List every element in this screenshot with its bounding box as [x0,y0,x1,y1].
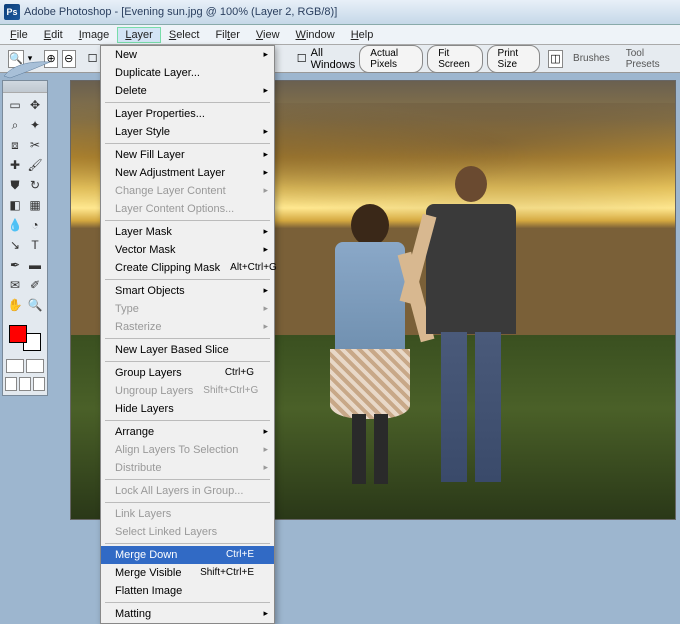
menu-item-vector-mask[interactable]: Vector Mask [101,241,274,259]
window-title: Adobe Photoshop - [Evening sun.jpg @ 100… [24,6,337,18]
shape-tool-icon[interactable]: ▬ [25,255,45,275]
gradient-tool-icon[interactable]: ▦ [25,195,45,215]
brushes-tab[interactable]: Brushes [567,51,616,66]
screen-mode-1-icon[interactable] [5,377,17,391]
eyedropper-tool-icon[interactable]: ✐ [25,275,45,295]
menu-item-change-layer-content: Change Layer Content [101,182,274,200]
menu-item-group-layers[interactable]: Group LayersCtrl+G [101,364,274,382]
hand-tool-icon[interactable]: ✋ [5,295,25,315]
menu-item-layer-content-options: Layer Content Options... [101,200,274,218]
tool-presets-tab[interactable]: Tool Presets [620,46,672,72]
menu-item-layer-style[interactable]: Layer Style [101,123,274,141]
menu-item-flatten-image[interactable]: Flatten Image [101,582,274,600]
screen-mode-2-icon[interactable] [19,377,31,391]
menu-item-new[interactable]: New [101,46,274,64]
figure-woman [325,204,415,484]
all-windows-checkbox[interactable]: ☐ [297,52,307,65]
screen-mode-3-icon[interactable] [33,377,45,391]
menu-item-type: Type [101,300,274,318]
menu-item-new-adjustment-layer[interactable]: New Adjustment Layer [101,164,274,182]
toolbox-header[interactable] [3,81,47,93]
menu-item-select-linked-layers: Select Linked Layers [101,523,274,541]
titlebar: Ps Adobe Photoshop - [Evening sun.jpg @ … [0,0,680,25]
crop-tool-icon[interactable]: ⧈ [5,135,25,155]
marquee-tool-icon[interactable]: ▭ [5,95,25,115]
standard-mode-icon[interactable] [6,359,24,373]
menu-item-merge-visible[interactable]: Merge VisibleShift+Ctrl+E [101,564,274,582]
zoom-out-icon[interactable]: ⊖ [62,50,76,68]
menu-item-hide-layers[interactable]: Hide Layers [101,400,274,418]
quickmask-mode-icon[interactable] [26,359,44,373]
screen-modes [5,357,45,375]
path-tool-icon[interactable]: ↘ [5,235,25,255]
move-tool-icon[interactable]: ✥ [25,95,45,115]
menu-item-distribute: Distribute [101,459,274,477]
fg-color-swatch[interactable] [9,325,27,343]
lasso-tool-icon[interactable]: ⌕ [5,115,25,135]
pen-tool-icon[interactable]: ✒ [5,255,25,275]
menu-item-link-layers: Link Layers [101,505,274,523]
menu-item-matting[interactable]: Matting [101,605,274,623]
menu-item-new-layer-based-slice[interactable]: New Layer Based Slice [101,341,274,359]
brush-tool-icon[interactable]: 🖌 [25,155,45,175]
menu-select[interactable]: Select [161,27,208,43]
menu-item-layer-mask[interactable]: Layer Mask [101,223,274,241]
healing-tool-icon[interactable]: ✚ [5,155,25,175]
blur-tool-icon[interactable]: 💧 [5,215,25,235]
resize-windows-checkbox[interactable]: ☐ [88,52,98,65]
layer-menu-dropdown: NewDuplicate Layer...Delete Layer Propert… [100,45,275,624]
menu-view[interactable]: View [248,27,288,43]
actual-pixels-button[interactable]: Actual Pixels [359,45,423,73]
notes-tool-icon[interactable]: ✉ [5,275,25,295]
print-size-button[interactable]: Print Size [487,45,540,73]
menu-filter[interactable]: Filter [207,27,247,43]
menu-item-rasterize: Rasterize [101,318,274,336]
menu-image[interactable]: Image [71,27,118,43]
menu-item-align-layers-to-selection: Align Layers To Selection [101,441,274,459]
zoom-tool-icon-tb[interactable]: 🔍 [25,295,45,315]
menu-item-delete[interactable]: Delete [101,82,274,100]
menu-item-lock-all-layers-in-group: Lock All Layers in Group... [101,482,274,500]
menu-item-merge-down[interactable]: Merge DownCtrl+E [101,546,274,564]
menu-help[interactable]: Help [343,27,382,43]
toolbox: ▭✥ ⌕✦ ⧈✂ ✚🖌 ⛊↻ ◧▦ 💧◔ ↘T ✒▬ ✉✐ ✋🔍 [2,80,48,396]
figure-man [421,174,521,484]
stamp-tool-icon[interactable]: ⛊ [5,175,25,195]
palette-toggle-icon[interactable]: ◫ [548,50,563,68]
dodge-tool-icon[interactable]: ◔ [25,215,45,235]
menu-item-create-clipping-mask[interactable]: Create Clipping MaskAlt+Ctrl+G [101,259,274,277]
history-brush-icon[interactable]: ↻ [25,175,45,195]
menu-item-layer-properties[interactable]: Layer Properties... [101,105,274,123]
menu-layer[interactable]: Layer [117,27,161,43]
menu-file[interactable]: File [2,27,36,43]
eraser-tool-icon[interactable]: ◧ [5,195,25,215]
menubar: File Edit Image Layer Select Filter View… [0,25,680,45]
menu-item-new-fill-layer[interactable]: New Fill Layer [101,146,274,164]
slice-tool-icon[interactable]: ✂ [25,135,45,155]
fit-screen-button[interactable]: Fit Screen [427,45,482,73]
menu-item-ungroup-layers: Ungroup LayersShift+Ctrl+G [101,382,274,400]
app-icon: Ps [4,4,20,20]
menu-item-smart-objects[interactable]: Smart Objects [101,282,274,300]
wand-tool-icon[interactable]: ✦ [25,115,45,135]
screen-modes-2 [5,375,45,393]
menu-item-duplicate-layer[interactable]: Duplicate Layer... [101,64,274,82]
menu-edit[interactable]: Edit [36,27,71,43]
feather-icon [2,58,52,80]
type-tool-icon[interactable]: T [25,235,45,255]
menu-item-arrange[interactable]: Arrange [101,423,274,441]
allwin-label: All Windows [311,47,356,71]
menu-window[interactable]: Window [288,27,343,43]
color-swatch[interactable] [7,323,43,353]
